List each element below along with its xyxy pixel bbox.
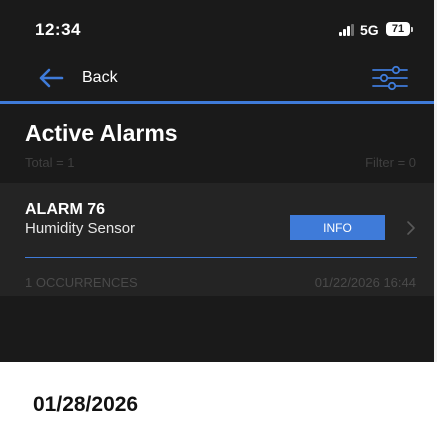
status-bar: 12:34 5G 71 xyxy=(0,0,434,56)
alarm-card[interactable]: ALARM 76 Humidity Sensor INFO 1 OCCURREN… xyxy=(0,183,434,296)
back-button[interactable]: Back xyxy=(38,65,118,91)
info-button[interactable]: INFO xyxy=(290,215,385,240)
phone-screen: 12:34 5G 71 Back Active Alarms Total = 1… xyxy=(0,0,434,362)
filter-button[interactable] xyxy=(372,63,408,93)
occurrence-count: 1 OCCURRENCES xyxy=(25,275,138,290)
signal-bars-icon xyxy=(339,24,355,36)
caption-date: 01/28/2026 xyxy=(33,393,139,416)
back-arrow-icon xyxy=(39,68,64,88)
nav-divider xyxy=(0,101,434,104)
screenshot-frame: 12:34 5G 71 Back Active Alarms Total = 1… xyxy=(0,0,437,446)
filter-count: Filter = 0 xyxy=(365,155,416,170)
back-label: Back xyxy=(82,69,118,86)
page-title: Active Alarms xyxy=(25,120,178,146)
alarm-sensor: Humidity Sensor xyxy=(25,220,136,237)
battery-level: 71 xyxy=(391,23,405,35)
alarm-timestamp: 01/22/2026 16:44 xyxy=(314,275,416,290)
status-time: 12:34 xyxy=(35,20,81,39)
filter-sliders-icon xyxy=(372,65,408,91)
nav-bar: Back xyxy=(0,56,434,101)
network-label: 5G xyxy=(360,22,379,38)
card-divider xyxy=(25,257,417,258)
battery-icon: 71 xyxy=(386,22,410,36)
battery-nub xyxy=(411,27,413,32)
alarm-name: ALARM 76 xyxy=(25,201,106,218)
total-count: Total = 1 xyxy=(25,155,75,170)
chevron-right-icon[interactable] xyxy=(406,220,416,236)
